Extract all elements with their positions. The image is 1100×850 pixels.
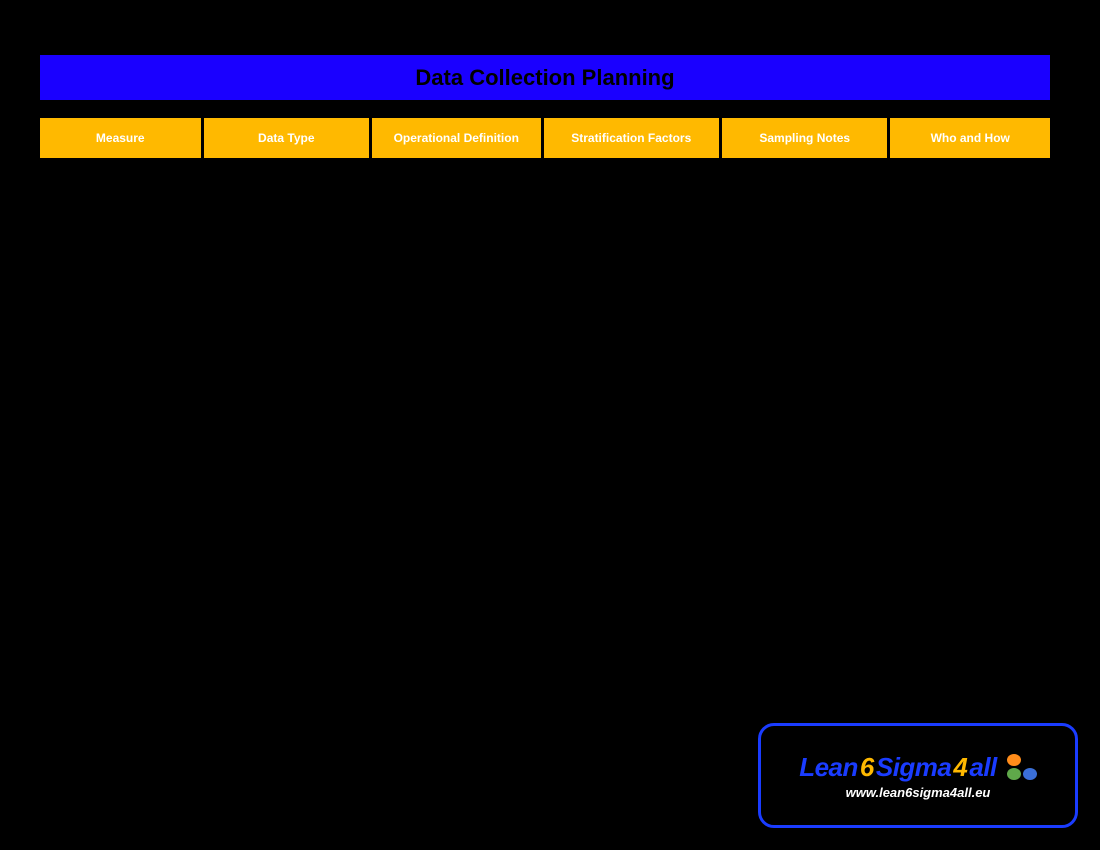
header-stratification-factors: Stratification Factors: [544, 118, 719, 158]
title-bar: Data Collection Planning: [40, 55, 1050, 100]
header-measure: Measure: [40, 118, 201, 158]
header-data-type: Data Type: [204, 118, 370, 158]
header-sampling-notes: Sampling Notes: [722, 118, 888, 158]
logo-box: Lean6Sigma4all www.lean6sigma4all.eu: [758, 723, 1078, 828]
page-title: Data Collection Planning: [415, 65, 674, 91]
header-operational-definition: Operational Definition: [372, 118, 540, 158]
logo-word-six: 6: [860, 752, 874, 783]
logo-word-all: all: [969, 752, 996, 783]
logo-url: www.lean6sigma4all.eu: [846, 785, 991, 800]
logo-word-sigma: Sigma: [876, 752, 952, 783]
logo-word-lean: Lean: [799, 752, 858, 783]
column-headers: Measure Data Type Operational Definition…: [40, 118, 1050, 158]
logo-main: Lean6Sigma4all: [799, 752, 1037, 783]
header-who-and-how: Who and How: [890, 118, 1050, 158]
logo-decor-icon: [1007, 754, 1037, 780]
logo-word-four: 4: [953, 752, 967, 783]
